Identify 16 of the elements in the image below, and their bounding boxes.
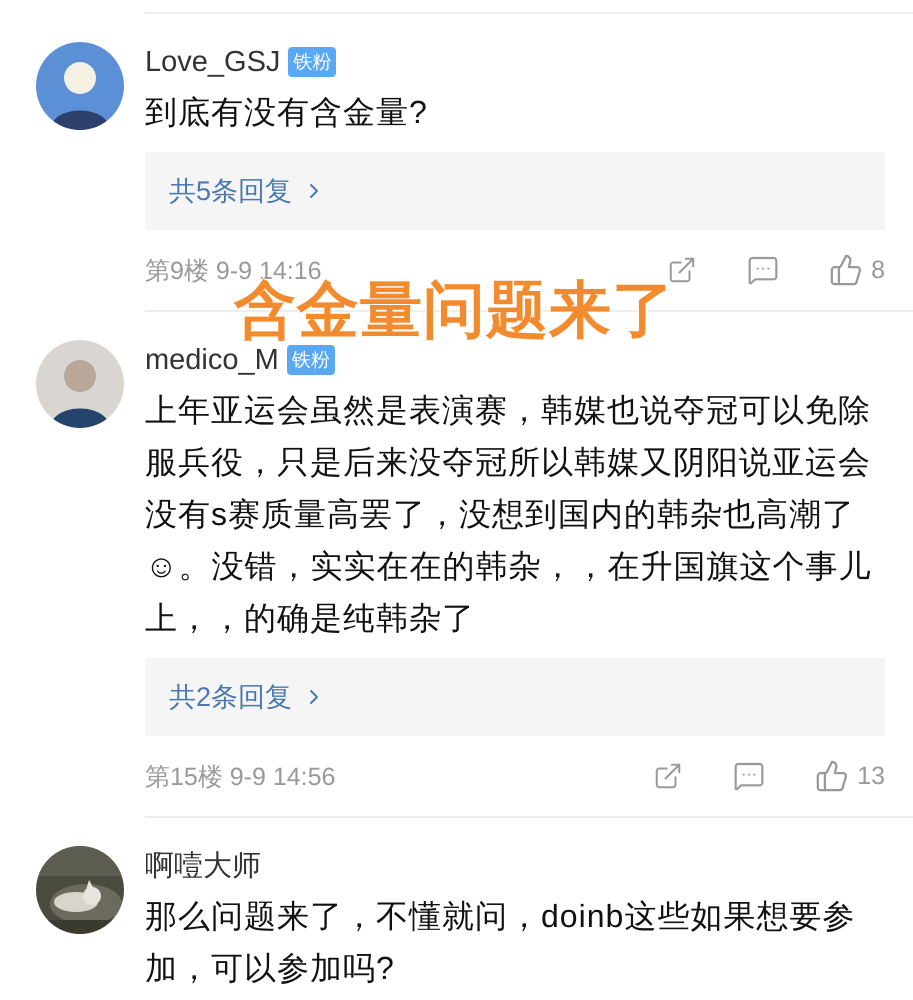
comment-text: 上年亚运会虽然是表演赛，韩媒也说夺冠可以免除服兵役，只是后来没夺冠所以韩媒又阴阳说亚运会没有s赛质量高罢了，没想到国内的韩杂也高潮了☺。没错，实实在在的韩杂，，在升国旗这个事儿上，，的确是纯韩杂了 <box>145 391 873 638</box>
fan-badge: 铁粉 <box>288 47 336 77</box>
user-name[interactable]: medico_M <box>145 344 279 376</box>
fan-badge: 铁粉 <box>286 345 335 375</box>
share-button[interactable] <box>653 761 684 791</box>
post-meta: 第15楼 9-9 14:56 <box>145 762 336 792</box>
replies-link[interactable]: 共5条回复 <box>145 152 885 230</box>
user-name[interactable]: Love_GSJ <box>145 46 280 78</box>
like-button[interactable]: 13 <box>815 759 885 793</box>
comment-text: 那么问题来了，不懂就问，doinb这些如果想要参加，可以参加吗? <box>145 897 856 988</box>
replies-link[interactable]: 共2条回复 <box>145 658 885 736</box>
comment-button[interactable] <box>747 254 780 286</box>
comment-text: 到底有没有含金量? <box>145 93 429 132</box>
comment-button[interactable] <box>733 760 766 792</box>
share-button[interactable] <box>667 255 698 285</box>
user-name[interactable]: 啊噎大师 <box>145 846 261 886</box>
